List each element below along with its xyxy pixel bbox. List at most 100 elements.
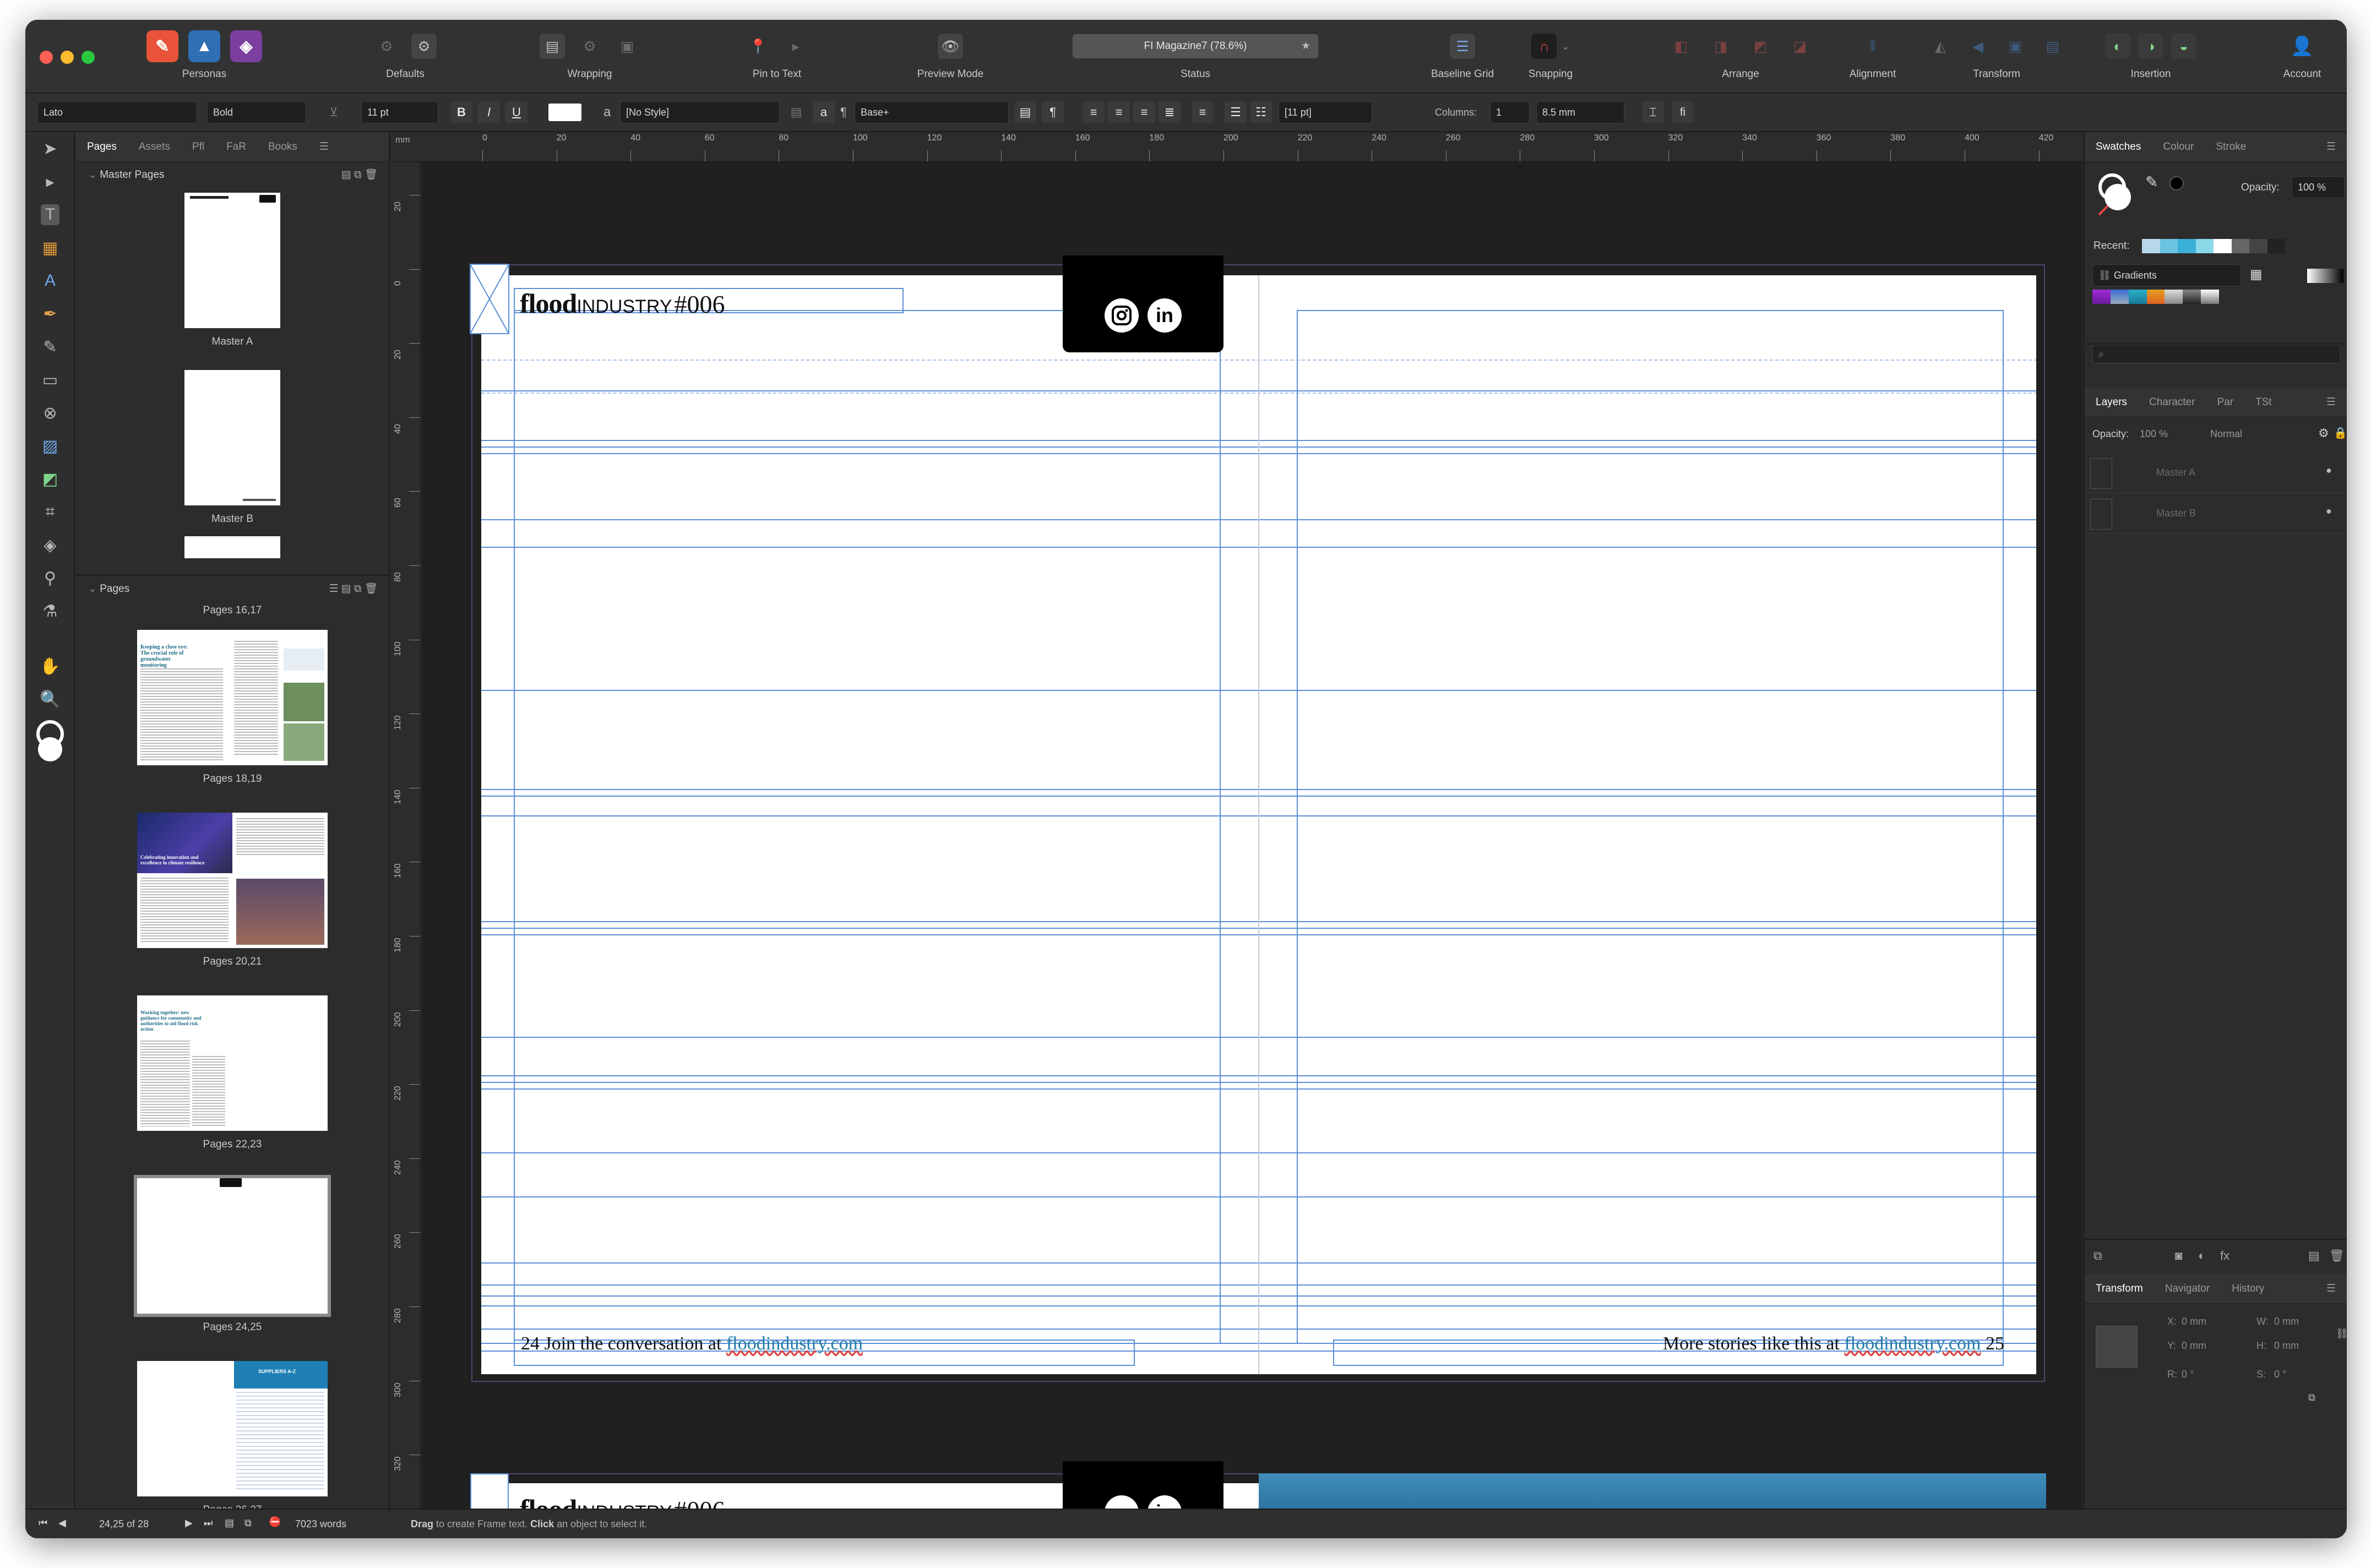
close-window-button[interactable] bbox=[40, 51, 53, 64]
linkedin-icon[interactable]: in bbox=[1148, 298, 1182, 333]
x-field[interactable]: 0 mm bbox=[2182, 1316, 2206, 1327]
master-b-item[interactable]: Master B bbox=[76, 348, 389, 525]
vertical-ruler[interactable]: 20 0 20 40 60 80 100 120 140 160 180 200 220 240 260 28… bbox=[391, 162, 421, 1538]
spread-18-19-item[interactable]: Keeping a close eye: The crucial role of… bbox=[76, 617, 389, 785]
last-page-icon[interactable]: ⏭ bbox=[204, 1517, 213, 1529]
gutter-field[interactable]: 8.5 mm bbox=[1536, 101, 1624, 123]
preview-mode-group[interactable]: 👁 Preview Mode bbox=[906, 30, 994, 80]
wrapping-group[interactable]: ▤ ⚙ ▣ Wrapping bbox=[521, 30, 659, 80]
page-indicator[interactable]: 24,25 of 28 bbox=[99, 1518, 149, 1530]
color-wells[interactable] bbox=[25, 716, 75, 771]
document-status-field[interactable]: FI Magazine7 (78.6%) ★ bbox=[1073, 34, 1318, 58]
font-family-select[interactable]: Lato bbox=[37, 101, 197, 123]
add-layer-icon[interactable]: ▤ bbox=[2308, 1249, 2320, 1263]
gradient-swatches[interactable] bbox=[2092, 290, 2220, 304]
text-color-swatch[interactable] bbox=[548, 104, 581, 121]
ligature-icon[interactable]: fi bbox=[1672, 101, 1694, 123]
tab-preflight[interactable]: Pfl bbox=[181, 141, 215, 153]
layer-opacity-value[interactable]: 100 % bbox=[2140, 428, 2168, 440]
spread-16-17-label[interactable]: Pages 16,17 bbox=[76, 601, 389, 617]
next-page-icon[interactable]: ▶ bbox=[185, 1517, 193, 1529]
pages-actions-icons[interactable]: ☰ ▤ ⧉ 🗑 bbox=[329, 576, 378, 602]
lock-icon[interactable]: 🔒 bbox=[2334, 426, 2347, 440]
blend-mode-select[interactable]: Normal bbox=[2210, 428, 2242, 440]
transparency-tool-icon[interactable]: ⚲ bbox=[25, 562, 75, 595]
palette-select[interactable]: ⛓ Gradients bbox=[2092, 264, 2241, 286]
tab-character[interactable]: Character bbox=[2138, 396, 2206, 409]
defaults-group[interactable]: ⚙ ⚙ Defaults bbox=[356, 30, 455, 80]
underline-button[interactable]: U bbox=[505, 101, 528, 123]
photo-persona-icon[interactable]: ◈ bbox=[230, 30, 262, 62]
frame-text-tool-icon[interactable]: T bbox=[25, 198, 75, 231]
panel-menu-icon[interactable]: ☰ bbox=[308, 140, 340, 153]
favorite-star-icon[interactable]: ★ bbox=[1301, 34, 1310, 58]
font-style-select[interactable]: Bold bbox=[207, 101, 306, 123]
anchor-point-icon[interactable] bbox=[2096, 1326, 2138, 1368]
prev-page-icon[interactable]: ◀ bbox=[58, 1517, 66, 1529]
transform-group[interactable]: ◭ ◀ ▣ ▤ Transform bbox=[1914, 30, 2079, 80]
hand-tool-icon[interactable]: ✋ bbox=[25, 650, 75, 683]
zoom-window-button[interactable] bbox=[81, 51, 95, 64]
picture-frame-tool-icon[interactable]: ▭ bbox=[25, 363, 75, 396]
tab-find-replace[interactable]: FaR bbox=[215, 141, 257, 153]
leading-field[interactable]: [11 pt] bbox=[1279, 101, 1372, 123]
instagram-icon[interactable] bbox=[1105, 298, 1139, 333]
artistic-text-tool-icon[interactable]: A bbox=[25, 264, 75, 297]
footer-left[interactable]: 24 Join the conversation at floodindustr… bbox=[521, 1333, 863, 1354]
layer-options-icon[interactable]: ⧉ bbox=[2093, 1249, 2102, 1263]
color-picker-tool-icon[interactable]: ⚗ bbox=[25, 595, 75, 628]
pilcrow-button[interactable]: ¶ bbox=[1042, 101, 1064, 123]
tab-books[interactable]: Books bbox=[257, 141, 308, 153]
add-swatch-icon[interactable]: ▦ bbox=[2250, 266, 2263, 282]
none-swatch[interactable] bbox=[2307, 269, 2343, 283]
link-view-icon[interactable]: ⧉ bbox=[244, 1517, 252, 1529]
paragraph-style-select[interactable]: Base+ bbox=[855, 101, 1009, 123]
font-size-field[interactable]: 11 pt bbox=[361, 101, 438, 123]
pin-to-text-group[interactable]: 📍 ▸ Pin to Text bbox=[736, 30, 818, 80]
master-pages-header[interactable]: ⌄ Master Pages ▤ ⧉ 🗑 bbox=[76, 162, 389, 188]
pages-header[interactable]: ⌄ Pages ☰ ▤ ⧉ 🗑 bbox=[76, 575, 389, 601]
tab-layers[interactable]: Layers bbox=[2085, 396, 2138, 409]
tab-text-styles[interactable]: TSt bbox=[2244, 396, 2283, 409]
eyedropper-icon[interactable]: ✎ bbox=[2145, 173, 2158, 191]
italic-button[interactable]: I bbox=[478, 101, 500, 123]
opacity-field[interactable]: 100 % bbox=[2292, 176, 2345, 198]
tab-history[interactable]: History bbox=[2221, 1283, 2275, 1295]
tab-transform[interactable]: Transform bbox=[2085, 1283, 2154, 1295]
node-tool-icon[interactable]: ▸ bbox=[25, 165, 75, 198]
fx-icon[interactable]: fx bbox=[2220, 1249, 2229, 1263]
next-masthead[interactable]: floodINDUSTRY #006 bbox=[520, 1493, 725, 1509]
frame-options-icon[interactable]: ⌶ bbox=[1642, 101, 1664, 123]
spread-26-27-item[interactable]: SUPPLIERS A-Z Pages 26,27 bbox=[76, 1333, 389, 1516]
account-group[interactable]: 👤 Account bbox=[2272, 30, 2332, 80]
numbered-list-icon[interactable]: ☷ bbox=[1250, 101, 1272, 123]
recent-colors[interactable] bbox=[2142, 239, 2285, 253]
layers-menu-icon[interactable]: ☰ bbox=[2315, 396, 2347, 409]
align-left-icon[interactable]: ≡ bbox=[1083, 101, 1105, 123]
publisher-persona-icon[interactable]: ✎ bbox=[146, 30, 178, 62]
masthead[interactable]: floodINDUSTRY #006 bbox=[520, 287, 725, 319]
trash-icon[interactable]: 🗑 bbox=[2329, 1249, 2345, 1263]
align-right-icon[interactable]: ≡ bbox=[1133, 101, 1155, 123]
next-instagram-icon[interactable] bbox=[1105, 1495, 1139, 1509]
place-image-tool-icon[interactable]: ▨ bbox=[25, 429, 75, 462]
tab-assets[interactable]: Assets bbox=[128, 141, 181, 153]
table-tool-icon[interactable]: ▦ bbox=[25, 231, 75, 264]
tab-pages[interactable]: Pages bbox=[76, 141, 128, 153]
spread-24-25-item[interactable]: Pages 24,25 bbox=[76, 1151, 389, 1333]
layer-settings-gear-icon[interactable]: ⚙ bbox=[2318, 426, 2329, 440]
master-a-item[interactable]: Master A bbox=[76, 188, 389, 348]
r-field[interactable]: 0 ° bbox=[2182, 1369, 2194, 1380]
justify-icon[interactable]: ≣ bbox=[1159, 101, 1181, 123]
ellipse-frame-tool-icon[interactable]: ⊗ bbox=[25, 396, 75, 429]
crop-tool-icon[interactable]: ⌗ bbox=[25, 496, 75, 529]
mask-icon[interactable]: ◙ bbox=[2175, 1249, 2182, 1263]
layer-visibility-dot[interactable]: ● bbox=[2326, 505, 2332, 517]
zoom-tool-icon[interactable]: 🔍 bbox=[25, 683, 75, 716]
bullet-list-icon[interactable]: ☰ bbox=[1225, 101, 1247, 123]
pen-tool-icon[interactable]: ✒ bbox=[25, 297, 75, 330]
footer-right-link[interactable]: floodindustry.com bbox=[1844, 1333, 1981, 1354]
first-page-icon[interactable]: ⏮ bbox=[39, 1517, 47, 1529]
document-canvas[interactable]: floodINDUSTRY #006 in 24 Join the conver… bbox=[422, 162, 2082, 1509]
page-27-cover-image[interactable] bbox=[1259, 1473, 2046, 1509]
